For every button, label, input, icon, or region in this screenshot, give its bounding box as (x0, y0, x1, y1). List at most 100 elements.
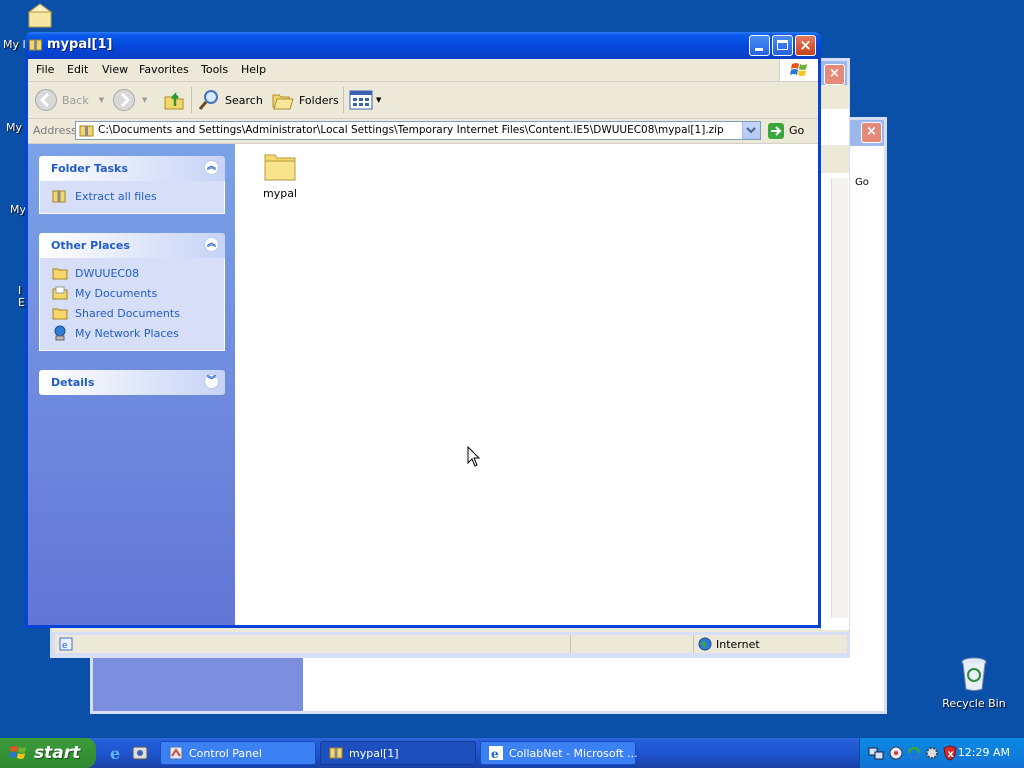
back-arrow-icon (35, 89, 57, 111)
address-bar: Address C:\Documents and Settings\Admini… (28, 119, 818, 144)
window-title: mypal[1] (47, 37, 113, 52)
file-list[interactable]: mypal (235, 144, 818, 625)
other-places-title: Other Places (51, 239, 130, 252)
menu-tools[interactable]: Tools (201, 63, 228, 76)
task-pane: Folder Tasks ︽ Extract all files Other P… (28, 144, 235, 625)
go-arrow-icon (768, 122, 784, 139)
menu-edit[interactable]: Edit (67, 63, 88, 76)
place-my-documents[interactable]: My Documents (40, 284, 224, 304)
menu-file[interactable]: File (36, 63, 54, 76)
zip-folder-icon (329, 747, 343, 759)
desktop-label-partial: IE (18, 284, 25, 309)
back-label: Back (62, 93, 89, 107)
search-button[interactable]: Search (197, 89, 263, 111)
close-button[interactable]: × (795, 35, 816, 56)
background-scroll-strip (820, 85, 849, 630)
go-button[interactable]: Go (767, 121, 804, 140)
toolbar: Back ▼ ▼ Search Folders ▼ (28, 82, 818, 119)
svg-text:e: e (491, 747, 499, 760)
svg-text:x: x (948, 749, 955, 760)
network-places-icon (54, 325, 66, 341)
taskbar-collabnet[interactable]: e CollabNet - Microsoft ... (480, 741, 638, 765)
up-folder-button[interactable] (162, 89, 186, 111)
details-title: Details (51, 376, 95, 389)
place-label: Shared Documents (75, 307, 180, 320)
media-player-icon (132, 746, 148, 760)
maximize-button[interactable] (772, 35, 793, 56)
task-label: CollabNet - Microsoft ... (509, 747, 638, 760)
control-panel-icon (169, 746, 183, 760)
forward-dropdown-icon[interactable]: ▼ (142, 96, 147, 104)
desktop-icon-mail[interactable] (20, 2, 60, 33)
start-button[interactable]: start (0, 738, 96, 768)
folders-button[interactable]: Folders (271, 89, 339, 111)
taskbar-control-panel[interactable]: Control Panel (160, 741, 316, 765)
expand-icon[interactable]: ︾ (204, 374, 219, 389)
task-extract-all[interactable]: Extract all files (40, 187, 224, 207)
collapse-icon[interactable]: ︽ (204, 160, 219, 175)
details-header[interactable]: Details ︾ (39, 370, 225, 395)
folder-icon (52, 268, 68, 280)
status-bar: e Internet (52, 632, 850, 656)
shield-alert-icon[interactable]: x (942, 745, 958, 761)
back-button[interactable]: Back ▼ (34, 89, 104, 111)
menu-help[interactable]: Help (241, 63, 266, 76)
folders-label: Folders (299, 93, 339, 107)
start-label: start (34, 743, 81, 763)
folder-icon (264, 154, 296, 181)
svg-text:e: e (62, 641, 68, 651)
settings-icon[interactable] (924, 745, 940, 761)
address-input[interactable]: C:\Documents and Settings\Administrator\… (75, 121, 761, 140)
windows-logo-icon (9, 746, 26, 759)
views-icon (349, 90, 373, 110)
close-icon[interactable]: × (861, 122, 882, 143)
other-places-header[interactable]: Other Places ︽ (39, 233, 225, 258)
my-documents-icon (52, 286, 68, 300)
desktop-label-partial: My (10, 203, 27, 216)
quick-launch-media[interactable] (132, 745, 148, 761)
security-icon[interactable] (888, 745, 904, 761)
go-label[interactable]: Go (855, 177, 869, 188)
network-icon[interactable] (868, 745, 884, 761)
forward-button[interactable]: ▼ (112, 89, 147, 111)
details-panel: Details ︾ (39, 370, 225, 395)
address-dropdown-button[interactable] (742, 122, 760, 139)
place-my-network-places[interactable]: My Network Places (40, 324, 224, 344)
minimize-button[interactable] (749, 35, 770, 56)
quick-launch-ie[interactable]: e (109, 744, 125, 763)
views-button[interactable]: ▼ (349, 89, 381, 111)
close-icon[interactable]: × (824, 64, 845, 85)
zip-folder-icon (29, 39, 42, 51)
views-dropdown-icon[interactable]: ▼ (376, 96, 381, 104)
task-label: Control Panel (189, 747, 262, 760)
search-icon (198, 90, 218, 110)
folder-item[interactable]: mypal (255, 150, 305, 200)
collapse-icon[interactable]: ︽ (204, 237, 219, 252)
address-text: C:\Documents and Settings\Administrator\… (98, 124, 724, 136)
recycle-bin[interactable]: Recycle Bin (939, 656, 1009, 710)
place-label: My Documents (75, 287, 158, 300)
internet-explorer-icon: e (110, 744, 120, 763)
search-label: Search (225, 93, 263, 107)
shared-folder-icon (52, 308, 68, 320)
place-dwuuec08[interactable]: DWUUEC08 (40, 264, 224, 284)
internet-explorer-icon: e (489, 746, 503, 760)
menu-view[interactable]: View (102, 63, 128, 76)
clock: 12:29 AM (957, 746, 1010, 759)
back-dropdown-icon[interactable]: ▼ (99, 96, 104, 104)
menu-favorites[interactable]: Favorites (139, 63, 189, 76)
folder-tasks-header[interactable]: Folder Tasks ︽ (39, 156, 225, 181)
title-bar[interactable]: mypal[1] × (25, 32, 821, 59)
system-tray: x 12:29 AM (859, 738, 1024, 768)
up-folder-icon (164, 91, 184, 110)
recycle-bin-icon (961, 657, 987, 691)
cursor-icon (467, 446, 481, 467)
place-label: My Network Places (75, 327, 179, 340)
globe-icon (698, 637, 712, 651)
explorer-window[interactable]: mypal[1] × File Edit View Favorites Tool… (25, 32, 821, 628)
taskbar-mypal[interactable]: mypal[1] (320, 741, 476, 765)
sync-icon[interactable] (906, 745, 922, 761)
address-label: Address (33, 124, 77, 137)
place-shared-documents[interactable]: Shared Documents (40, 304, 224, 324)
place-label: DWUUEC08 (75, 267, 140, 280)
